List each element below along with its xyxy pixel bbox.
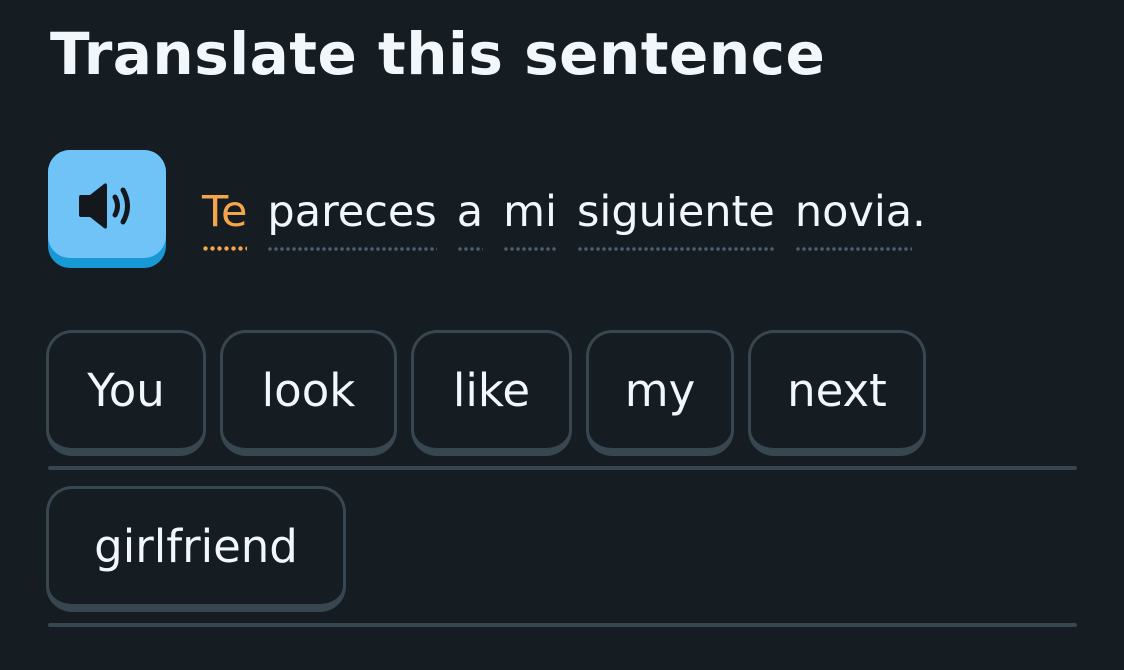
answer-tile[interactable]: next <box>748 330 926 456</box>
answer-tile[interactable]: like <box>411 330 572 456</box>
prompt-word[interactable]: novia <box>794 180 913 252</box>
prompt-sentence: Te pareces a mi siguiente novia . <box>202 180 926 270</box>
prompt-word[interactable]: mi <box>503 180 557 252</box>
prompt-word[interactable]: a <box>456 180 484 252</box>
answer-tile[interactable]: look <box>220 330 397 456</box>
prompt-word[interactable]: siguiente <box>576 180 775 252</box>
speaker-icon <box>79 183 130 229</box>
answer-tile[interactable]: You <box>46 330 206 456</box>
answer-tile[interactable]: my <box>586 330 734 456</box>
prompt-punctuation: . <box>912 187 926 237</box>
page-title: Translate this sentence <box>50 20 826 88</box>
prompt-word[interactable]: pareces <box>267 180 437 252</box>
answer-tile[interactable]: girlfriend <box>46 486 346 612</box>
answer-line-2 <box>48 623 1077 627</box>
prompt-word-new[interactable]: Te <box>202 180 248 252</box>
play-audio-button[interactable] <box>48 150 166 268</box>
answer-line-1 <box>48 466 1077 470</box>
